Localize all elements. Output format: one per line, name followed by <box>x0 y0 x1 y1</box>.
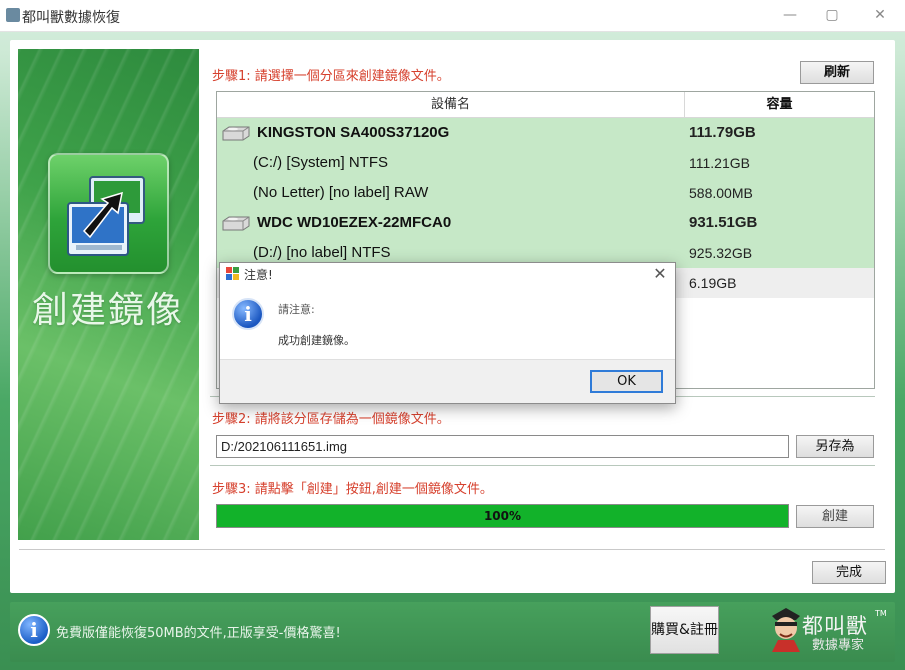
table-row[interactable]: (C:/) [System] NTFS 111.21GB <box>217 148 874 178</box>
row-capacity: 925.32GB <box>689 245 753 261</box>
row-capacity: 931.51GB <box>689 214 758 231</box>
title-bar: 都叫獸數據恢復 — ▢ ✕ <box>0 0 905 32</box>
hard-drive-icon <box>222 216 250 231</box>
dialog-footer: OK <box>220 359 675 403</box>
save-as-button[interactable]: 另存為 <box>796 435 874 458</box>
progress-text: 100% <box>483 509 522 523</box>
row-name: KINGSTON SA400S37120G <box>257 124 450 141</box>
dialog-title-bar: 注意! ✕ <box>220 263 675 285</box>
free-version-notice: 免費版僅能恢復50MB的文件,正版享受-價格驚喜! <box>56 626 341 641</box>
info-icon: i <box>18 614 50 646</box>
app-icon <box>6 8 20 22</box>
row-name: (C:/) [System] NTFS <box>253 154 388 171</box>
step1-label: 步驟1: 請選擇一個分區來創建鏡像文件。 <box>212 69 450 84</box>
refresh-button[interactable]: 刷新 <box>800 61 874 84</box>
brand-mascot-icon <box>772 608 800 652</box>
create-button[interactable]: 創建 <box>796 505 874 528</box>
dialog-close-button[interactable]: ✕ <box>650 264 670 284</box>
row-capacity: 111.79GB <box>689 124 756 141</box>
row-name: WDC WD10EZEX-22MFCA0 <box>257 214 452 231</box>
banner-title: 創建鏡像 <box>32 290 185 331</box>
table-row[interactable]: WDC WD10EZEX-22MFCA0 931.51GB <box>217 208 874 238</box>
divider <box>210 465 875 466</box>
close-window-button[interactable]: ✕ <box>868 4 892 26</box>
table-row[interactable]: KINGSTON SA400S37120G 111.79GB <box>217 118 874 148</box>
row-capacity: 588.00MB <box>689 185 753 201</box>
step3-label: 步驟3: 請點擊「創建」按鈕,創建一個鏡像文件。 <box>212 482 493 497</box>
table-row[interactable]: (No Letter) [no label] RAW 588.00MB <box>217 178 874 208</box>
ok-button[interactable]: OK <box>590 370 663 393</box>
create-image-icon <box>48 153 169 274</box>
info-icon: i <box>232 298 264 330</box>
window-title: 都叫獸數據恢復 <box>22 10 120 26</box>
image-path-input[interactable]: D:/202106111651.img <box>216 435 789 458</box>
bottom-bar: i 免費版僅能恢復50MB的文件,正版享受-價格驚喜! 購買&註冊 都叫獸 數據… <box>10 602 895 662</box>
row-capacity: 111.21GB <box>689 155 750 171</box>
dialog-message-body: 成功創建鏡像。 <box>278 334 355 347</box>
dialog-title: 注意! <box>244 268 273 282</box>
buy-register-button[interactable]: 購買&註冊 <box>650 606 719 654</box>
step2-label: 步驟2: 請將該分區存儲為一個鏡像文件。 <box>212 412 450 427</box>
finish-button[interactable]: 完成 <box>812 561 886 584</box>
trademark-mark: TM <box>875 609 887 618</box>
minimize-button[interactable]: — <box>778 4 802 26</box>
table-header: 設備名 容量 <box>217 92 874 118</box>
brand-subtitle: 數據專家 <box>812 638 865 653</box>
column-capacity[interactable]: 容量 <box>685 92 874 118</box>
notice-dialog: 注意! ✕ i 請注意: 成功創建鏡像。 OK <box>219 262 676 404</box>
row-name: (No Letter) [no label] RAW <box>253 184 429 201</box>
column-device-name[interactable]: 設備名 <box>217 92 685 118</box>
hard-drive-icon <box>222 126 250 141</box>
app-logo-icon <box>226 267 239 280</box>
left-banner: 創建鏡像 <box>18 49 199 540</box>
row-capacity: 6.19GB <box>689 275 737 291</box>
restore-button[interactable]: ▢ <box>820 4 844 26</box>
dialog-message-heading: 請注意: <box>278 303 315 316</box>
progress-bar: 100% <box>216 504 789 528</box>
divider <box>19 549 885 550</box>
